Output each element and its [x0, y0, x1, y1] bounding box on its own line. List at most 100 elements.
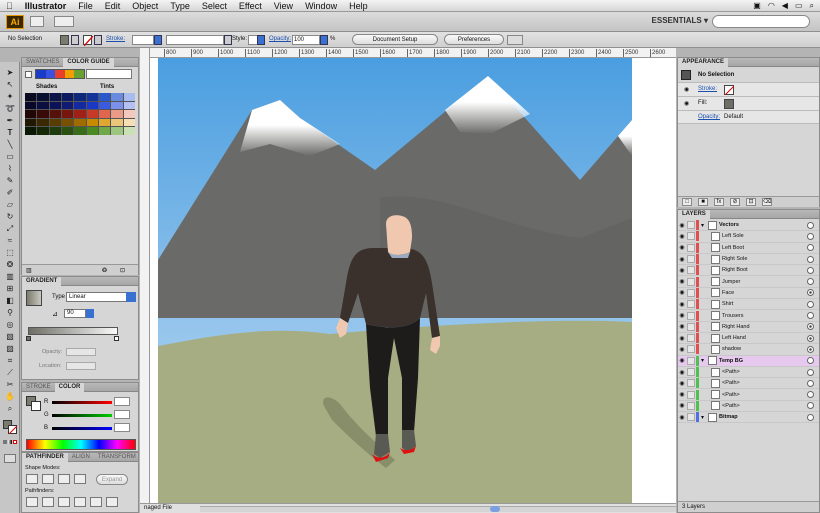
- search-input[interactable]: [712, 15, 810, 28]
- visibility-eye-icon[interactable]: ◉: [678, 267, 686, 274]
- sublayer-row[interactable]: ◉ Right Hand: [678, 321, 819, 333]
- brush-definition-field[interactable]: [166, 35, 224, 45]
- color-variation-swatch[interactable]: [86, 127, 98, 135]
- menu-effect[interactable]: Effect: [233, 0, 268, 12]
- fill-swatch[interactable]: [60, 35, 69, 45]
- visibility-eye-icon[interactable]: ◉: [678, 323, 686, 330]
- gradient-slider[interactable]: [28, 327, 118, 335]
- pen-tool-icon[interactable]: ✒: [4, 116, 16, 126]
- pencil-tool-icon[interactable]: ✎: [4, 176, 16, 186]
- color-variation-swatch[interactable]: [86, 118, 98, 127]
- target-circle-icon[interactable]: [807, 266, 814, 274]
- horizontal-ruler[interactable]: 800 900 1000 1100 1200 1300 1400 1500 1600 1700 18…: [140, 48, 676, 58]
- color-variation-swatch[interactable]: [123, 101, 135, 110]
- visibility-eye-icon[interactable]: ◉: [678, 256, 686, 263]
- guide-color-swatch[interactable]: [36, 70, 46, 78]
- live-paint-tool-icon[interactable]: ▧: [4, 332, 16, 342]
- color-variation-swatch[interactable]: [49, 93, 61, 101]
- apple-menu-icon[interactable]: : [0, 0, 19, 12]
- minus-front-icon[interactable]: [42, 474, 54, 484]
- expand-button[interactable]: Expand: [96, 474, 128, 485]
- minus-back-icon[interactable]: [106, 497, 118, 507]
- lock-toggle[interactable]: [687, 322, 695, 331]
- expand-triangle-icon[interactable]: ▾: [701, 222, 708, 229]
- color-variation-swatch[interactable]: [74, 127, 86, 135]
- scroll-thumb[interactable]: [490, 506, 500, 512]
- preferences-button[interactable]: Preferences: [444, 34, 504, 45]
- expand-triangle-icon[interactable]: ▾: [701, 357, 708, 364]
- menu-type[interactable]: Type: [164, 0, 196, 12]
- color-variation-swatch[interactable]: [98, 127, 111, 135]
- layer-name[interactable]: Bitmap: [719, 414, 807, 420]
- trim-icon[interactable]: [42, 497, 54, 507]
- sublayer-row[interactable]: ◉ shadow: [678, 344, 819, 356]
- tab-color-guide[interactable]: COLOR GUIDE: [63, 57, 114, 67]
- blob-brush-tool-icon[interactable]: ✐: [4, 188, 16, 198]
- target-circle-icon[interactable]: [807, 244, 814, 252]
- workspace-switcher[interactable]: ESSENTIALS ▾: [652, 16, 708, 25]
- lock-toggle[interactable]: [687, 413, 695, 422]
- appearance-opacity-row[interactable]: Opacity: Default: [678, 110, 819, 124]
- target-circle-icon[interactable]: [807, 402, 814, 410]
- sublayer-row[interactable]: ◉ Trousers: [678, 310, 819, 322]
- layer-name[interactable]: Temp BG: [719, 358, 807, 364]
- status-menu-icon[interactable]: ▣: [753, 1, 761, 10]
- color-mode-icon[interactable]: [3, 440, 7, 444]
- menu-help[interactable]: Help: [343, 0, 374, 12]
- color-variation-swatch[interactable]: [49, 110, 61, 118]
- color-variation-swatch[interactable]: [61, 127, 74, 135]
- magic-wand-tool-icon[interactable]: ✦: [4, 92, 16, 102]
- sublayer-row[interactable]: ◉ <Path>: [678, 400, 819, 413]
- clear-appearance-icon[interactable]: ⊘: [730, 198, 740, 206]
- lock-toggle[interactable]: [687, 401, 695, 410]
- sublayer-row[interactable]: ◉ Left Hand: [678, 333, 819, 345]
- scissors-tool-icon[interactable]: ✂: [4, 380, 16, 390]
- color-variation-swatch[interactable]: [123, 93, 135, 101]
- lock-toggle[interactable]: [687, 288, 695, 297]
- visibility-eye-icon[interactable]: ◉: [678, 301, 686, 308]
- color-variation-swatch[interactable]: [25, 93, 37, 101]
- color-variation-swatch[interactable]: [49, 101, 61, 110]
- bridge-icon[interactable]: [30, 16, 44, 27]
- wifi-icon[interactable]: ◠: [768, 1, 775, 10]
- color-variation-swatch[interactable]: [98, 93, 111, 101]
- color-variation-swatch[interactable]: [25, 110, 37, 118]
- guide-color-swatch[interactable]: [64, 70, 75, 78]
- lock-toggle[interactable]: [687, 311, 695, 320]
- stroke-label[interactable]: Stroke:: [106, 36, 125, 42]
- channel-g-field[interactable]: [114, 410, 130, 419]
- symbol-sprayer-tool-icon[interactable]: ❂: [4, 260, 16, 270]
- menu-edit[interactable]: Edit: [99, 0, 127, 12]
- visibility-eye-icon[interactable]: ◉: [678, 289, 686, 296]
- add-stroke-icon[interactable]: □: [682, 198, 692, 206]
- layer-name[interactable]: <Path>: [722, 380, 807, 386]
- color-variation-swatch[interactable]: [25, 101, 37, 110]
- guide-color-swatch[interactable]: [45, 70, 56, 78]
- artwork[interactable]: [140, 48, 676, 513]
- free-transform-tool-icon[interactable]: ⬚: [4, 248, 16, 258]
- layer-name[interactable]: Vectors: [719, 222, 807, 228]
- lock-toggle[interactable]: [687, 368, 695, 376]
- color-variation-swatch[interactable]: [123, 110, 135, 118]
- fill-dropdown[interactable]: [71, 35, 79, 45]
- menu-select[interactable]: Select: [196, 0, 233, 12]
- document-setup-button[interactable]: Document Setup: [352, 34, 438, 45]
- app-menu[interactable]: Illustrator: [19, 0, 73, 12]
- menu-view[interactable]: View: [268, 0, 299, 12]
- target-circle-icon[interactable]: [807, 255, 814, 263]
- eraser-tool-icon[interactable]: ▱: [4, 200, 16, 210]
- sublayer-row[interactable]: ◉ <Path>: [678, 367, 819, 379]
- layer-name[interactable]: Shirt: [722, 301, 807, 307]
- add-fill-icon[interactable]: ■: [698, 198, 708, 206]
- lasso-tool-icon[interactable]: ➰: [4, 104, 16, 114]
- layer-row[interactable]: ◉ ▾ Vectors: [678, 220, 819, 232]
- visibility-eye-icon[interactable]: ◉: [678, 346, 686, 353]
- tab-appearance[interactable]: APPEARANCE: [678, 57, 729, 67]
- lock-toggle[interactable]: [687, 221, 695, 230]
- layer-name[interactable]: <Path>: [722, 403, 807, 409]
- target-circle-icon[interactable]: [807, 323, 814, 331]
- target-circle-icon[interactable]: [807, 312, 814, 320]
- color-variation-swatch[interactable]: [61, 118, 74, 127]
- layer-row[interactable]: ◉ ▾ Bitmap: [678, 412, 819, 424]
- slice-tool-icon[interactable]: ⟋: [4, 368, 16, 378]
